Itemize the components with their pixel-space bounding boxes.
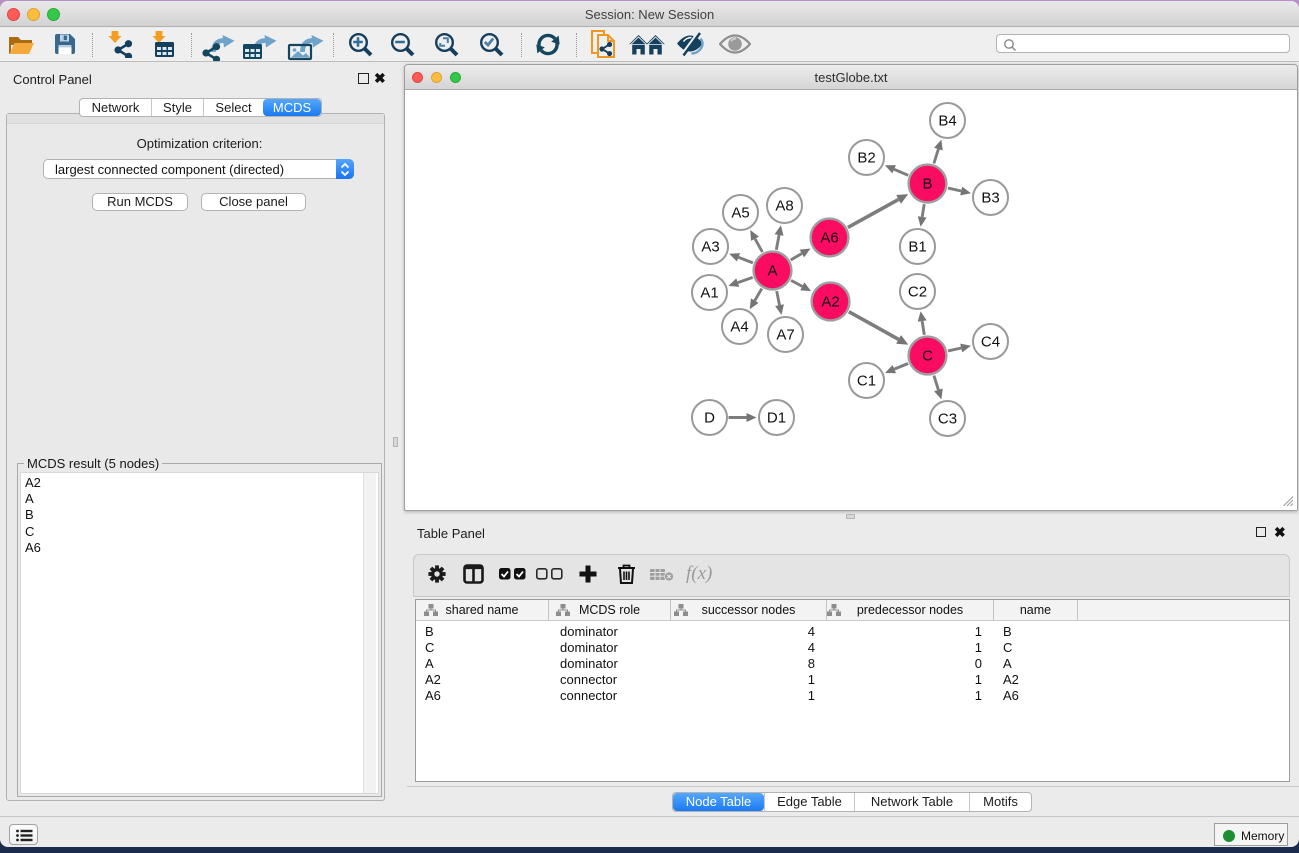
svg-text:B2: B2 (857, 150, 875, 167)
svg-text:C: C (922, 348, 933, 365)
svg-text:A4: A4 (730, 319, 748, 336)
svg-text:B4: B4 (938, 113, 956, 130)
svg-text:A5: A5 (731, 205, 749, 222)
svg-text:A6: A6 (820, 230, 838, 247)
svg-text:C4: C4 (981, 334, 1000, 351)
svg-text:A7: A7 (776, 327, 794, 344)
svg-text:B3: B3 (981, 190, 999, 207)
svg-text:C1: C1 (857, 373, 876, 390)
svg-text:A1: A1 (700, 285, 718, 302)
svg-text:B1: B1 (908, 239, 926, 256)
svg-text:C2: C2 (908, 284, 927, 301)
svg-text:A2: A2 (821, 294, 839, 311)
svg-text:A: A (767, 263, 777, 280)
svg-text:D1: D1 (767, 410, 786, 427)
svg-text:D: D (704, 410, 715, 427)
svg-text:C3: C3 (938, 411, 957, 428)
svg-text:A8: A8 (775, 198, 793, 215)
svg-text:B: B (922, 176, 932, 193)
svg-text:A3: A3 (701, 239, 719, 256)
